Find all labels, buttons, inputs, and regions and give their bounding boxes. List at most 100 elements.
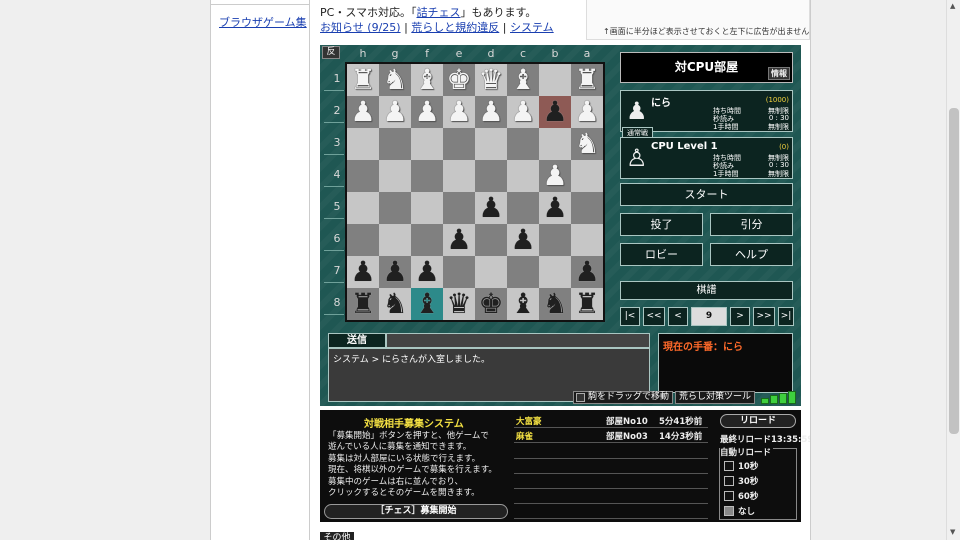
board-square-f8[interactable]: ♝: [411, 288, 443, 320]
black-pawn-icon[interactable]: ♟: [414, 256, 439, 288]
black-pawn-icon[interactable]: ♟: [382, 256, 407, 288]
start-button[interactable]: スタート: [620, 183, 793, 206]
link-system[interactable]: システム: [510, 21, 554, 34]
board-square-f5[interactable]: [411, 192, 443, 224]
auto-reload-option-10[interactable]: 10秒: [724, 460, 758, 472]
auto-reload-option-30[interactable]: 30秒: [724, 475, 758, 487]
nav-next10-button[interactable]: >>: [753, 307, 775, 326]
board-square-e6[interactable]: ♟: [443, 224, 475, 256]
board-square-c8[interactable]: ♝: [507, 288, 539, 320]
white-pawn-icon[interactable]: ♟: [574, 96, 599, 128]
recruit-start-button[interactable]: ［チェス］募集開始: [324, 504, 508, 519]
board-square-a4[interactable]: [571, 160, 603, 192]
board-square-g2[interactable]: ♟: [379, 96, 411, 128]
nav-prev-button[interactable]: <: [668, 307, 688, 326]
black-pawn-icon[interactable]: ♟: [446, 224, 471, 256]
board-square-e7[interactable]: [443, 256, 475, 288]
black-pawn-icon[interactable]: ♟: [542, 192, 567, 224]
scroll-up-icon[interactable]: ▲: [950, 2, 955, 10]
board-square-g7[interactable]: ♟: [379, 256, 411, 288]
reload-button[interactable]: リロード: [720, 414, 796, 428]
flip-board-button[interactable]: 反: [322, 46, 340, 59]
white-pawn-icon[interactable]: ♟: [446, 96, 471, 128]
board-square-c5[interactable]: [507, 192, 539, 224]
auto-reload-option-60[interactable]: 60秒: [724, 490, 758, 502]
option-checkbox[interactable]: [724, 491, 734, 501]
black-knight-icon[interactable]: ♞: [382, 288, 407, 320]
black-queen-icon[interactable]: ♛: [446, 288, 471, 320]
board-square-d6[interactable]: [475, 224, 507, 256]
board-square-e2[interactable]: ♟: [443, 96, 475, 128]
board-square-d1[interactable]: ♛: [475, 64, 507, 96]
recruit-row[interactable]: 大富豪 部屋No10 5分41秒前: [514, 414, 708, 428]
drag-move-checkbox[interactable]: [576, 393, 585, 402]
board-square-d5[interactable]: ♟: [475, 192, 507, 224]
board-square-g6[interactable]: [379, 224, 411, 256]
white-bishop-icon[interactable]: ♝: [414, 64, 439, 96]
nav-prev10-button[interactable]: <<: [643, 307, 665, 326]
white-queen-icon[interactable]: ♛: [478, 64, 503, 96]
board-square-a5[interactable]: [571, 192, 603, 224]
info-button[interactable]: 情報: [768, 67, 790, 80]
board-square-b8[interactable]: ♞: [539, 288, 571, 320]
board-square-f6[interactable]: [411, 224, 443, 256]
link-tsume-chess[interactable]: 詰チェス: [416, 6, 460, 19]
scroll-down-icon[interactable]: ▼: [950, 528, 955, 536]
board-square-e4[interactable]: [443, 160, 475, 192]
board-square-c4[interactable]: [507, 160, 539, 192]
board-square-b5[interactable]: ♟: [539, 192, 571, 224]
board-square-b4[interactable]: ♟: [539, 160, 571, 192]
board-square-a1[interactable]: ♜: [571, 64, 603, 96]
board-square-h1[interactable]: ♜: [347, 64, 379, 96]
board-square-e3[interactable]: [443, 128, 475, 160]
option-checkbox[interactable]: [724, 476, 734, 486]
board-square-c1[interactable]: ♝: [507, 64, 539, 96]
board-square-h4[interactable]: [347, 160, 379, 192]
auto-reload-option-none[interactable]: なし: [724, 505, 755, 517]
white-pawn-icon[interactable]: ♟: [510, 96, 535, 128]
option-checkbox[interactable]: [724, 461, 734, 471]
board-square-a3[interactable]: ♞: [571, 128, 603, 160]
link-rules[interactable]: 荒らしと規約違反: [411, 21, 499, 34]
board-square-h7[interactable]: ♟: [347, 256, 379, 288]
scrollbar[interactable]: ▲ ▼: [946, 0, 960, 540]
black-rook-icon[interactable]: ♜: [574, 288, 599, 320]
white-pawn-icon[interactable]: ♟: [542, 160, 567, 192]
black-knight-icon[interactable]: ♞: [542, 288, 567, 320]
board-square-e1[interactable]: ♚: [443, 64, 475, 96]
board-square-e8[interactable]: ♛: [443, 288, 475, 320]
board-square-f4[interactable]: [411, 160, 443, 192]
nav-last-button[interactable]: >|: [778, 307, 794, 326]
link-news[interactable]: お知らせ (9/25): [320, 21, 401, 34]
board-square-h2[interactable]: ♟: [347, 96, 379, 128]
board-square-a6[interactable]: [571, 224, 603, 256]
black-pawn-icon[interactable]: ♟: [350, 256, 375, 288]
white-pawn-icon[interactable]: ♟: [382, 96, 407, 128]
board-square-c6[interactable]: ♟: [507, 224, 539, 256]
black-pawn-icon[interactable]: ♟: [574, 256, 599, 288]
white-knight-icon[interactable]: ♞: [382, 64, 407, 96]
white-rook-icon[interactable]: ♜: [350, 64, 375, 96]
board-square-b7[interactable]: [539, 256, 571, 288]
black-pawn-icon[interactable]: ♟: [542, 96, 567, 128]
white-king-icon[interactable]: ♚: [446, 64, 471, 96]
option-checkbox[interactable]: [724, 506, 734, 516]
black-pawn-icon[interactable]: ♟: [478, 192, 503, 224]
drag-move-toggle[interactable]: 駒をドラッグで移動: [573, 391, 674, 404]
white-pawn-icon[interactable]: ♟: [414, 96, 439, 128]
board-square-g4[interactable]: [379, 160, 411, 192]
black-rook-icon[interactable]: ♜: [350, 288, 375, 320]
board-square-d8[interactable]: ♚: [475, 288, 507, 320]
spam-tool-button[interactable]: 荒らし対策ツール: [675, 391, 756, 404]
board-square-f3[interactable]: [411, 128, 443, 160]
board-square-a8[interactable]: ♜: [571, 288, 603, 320]
board-square-b3[interactable]: [539, 128, 571, 160]
board-square-e5[interactable]: [443, 192, 475, 224]
black-king-icon[interactable]: ♚: [478, 288, 503, 320]
board-square-h3[interactable]: [347, 128, 379, 160]
white-rook-icon[interactable]: ♜: [574, 64, 599, 96]
lobby-button[interactable]: ロビー: [620, 243, 703, 266]
white-knight-icon[interactable]: ♞: [574, 128, 599, 160]
help-button[interactable]: ヘルプ: [710, 243, 793, 266]
chess-board[interactable]: ♜ ♞ ♝ ♚ ♛ ♝ ♜ ♟ ♟ ♟ ♟ ♟ ♟ ♟ ♟ ♞ ♟ ♟ ♟ ♟ ♟ ♟ ♟ ♟ ♟ ♜ ♞ ♝ ♛ ♚ ♝ ♞ ♜: [345, 62, 605, 322]
